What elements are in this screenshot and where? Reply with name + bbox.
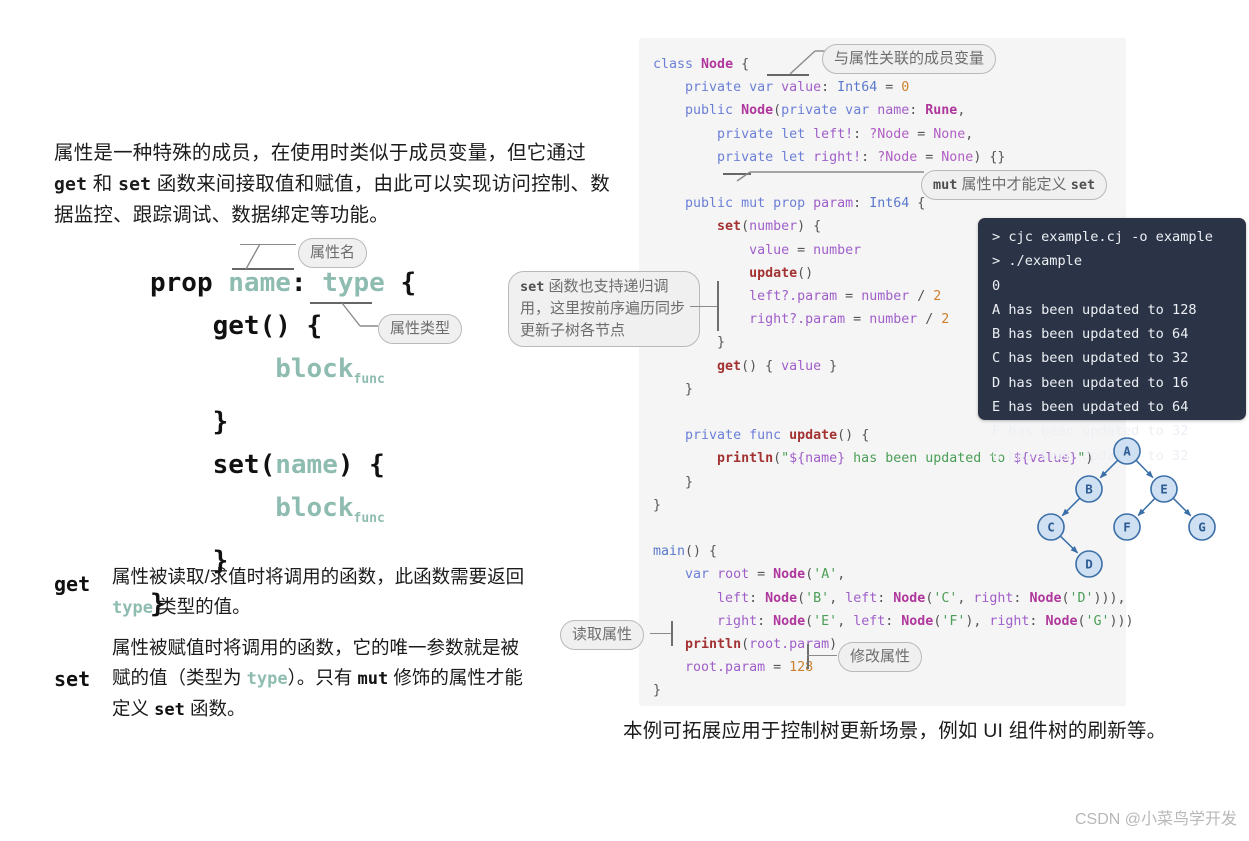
terminal-line: 0 xyxy=(992,277,1001,294)
tree-node-label: G xyxy=(1198,520,1206,535)
definition-term-set: set xyxy=(54,667,91,691)
definition-body-set: 属性被赋值时将调用的函数，它的唯一参数就是被赋的值（类型为 type）。只有 m… xyxy=(112,633,532,725)
leader-name-diagonal xyxy=(245,243,261,270)
callout-write-property: 修改属性 xyxy=(838,642,923,672)
callout-member-variable-label: 与属性关联的成员变量 xyxy=(834,50,985,67)
intro-paragraph: 属性是一种特殊的成员，在使用时类似于成员变量，但它通过 get 和 set 函数… xyxy=(54,138,614,231)
syntax-set-line-a: set( xyxy=(150,450,276,481)
callout-recursive-set: set 函数也支持递归调用，这里按前序遍历同步更新子树各节点 xyxy=(508,271,700,347)
tree-edge xyxy=(1137,497,1156,517)
tree-node-C: C xyxy=(1037,513,1065,541)
callout-mut-text: 属性中才能定义 xyxy=(957,176,1071,193)
definition-get-text-b: 类型的值。 xyxy=(152,596,251,617)
tree-node-label: B xyxy=(1085,482,1093,497)
syntax-set-block: block xyxy=(150,493,354,524)
intro-text-part1: 属性是一种特殊的成员，在使用时类似于成员变量，但它通过 xyxy=(54,142,586,164)
callout-property-type-label: 属性类型 xyxy=(390,320,451,337)
definition-set-kw-mut: mut xyxy=(357,669,389,689)
syntax-open-brace: { xyxy=(384,268,417,298)
callout-mut-keyword: mut xyxy=(933,177,958,193)
syntax-colon: : xyxy=(290,268,323,298)
definition-term-get: get xyxy=(54,572,91,596)
terminal-line: D has been updated to 16 xyxy=(992,374,1189,391)
leader-mut-prop xyxy=(736,171,924,182)
tree-node-label: C xyxy=(1047,520,1055,535)
callout-property-type: 属性类型 xyxy=(378,314,463,344)
tree-node-A: A xyxy=(1113,437,1141,465)
callout-property-name-label: 属性名 xyxy=(310,244,356,261)
tree-node-D: D xyxy=(1075,550,1103,578)
syntax-keyword-prop: prop xyxy=(150,268,229,298)
tree-edge xyxy=(1099,459,1119,479)
syntax-set-line-b: ) { xyxy=(337,450,385,481)
syntax-get-close: } xyxy=(150,407,229,438)
tree-node-label: F xyxy=(1123,520,1131,535)
definition-set-kw-set: set xyxy=(154,700,185,720)
definition-get-type-token: type xyxy=(112,598,153,618)
leader-read-horizontal xyxy=(650,633,672,635)
syntax-set-param: name xyxy=(275,450,338,481)
terminal-line: B has been updated to 64 xyxy=(992,326,1189,343)
definition-set-text-b: ）。只有 xyxy=(287,667,358,688)
definition-set-text-d: 函数。 xyxy=(184,698,246,719)
terminal-line: C has been updated to 32 xyxy=(992,350,1189,367)
tree-node-label: D xyxy=(1085,557,1093,572)
tree-edge xyxy=(1061,497,1081,517)
leader-type-diagonal xyxy=(341,302,378,327)
tree-node-label: A xyxy=(1123,444,1131,459)
terminal-line: > ./example xyxy=(992,253,1083,270)
syntax-set-block-subscript: func xyxy=(353,511,385,527)
inline-keyword-set: set xyxy=(118,174,152,195)
syntax-get-line: get() { xyxy=(150,311,323,341)
bottom-caption: 本例可拓展应用于控制树更新场景，例如 UI 组件树的刷新等。 xyxy=(623,720,1167,742)
tree-node-F: F xyxy=(1113,513,1141,541)
leader-write-bracket xyxy=(807,644,810,669)
callout-member-variable: 与属性关联的成员变量 xyxy=(822,44,997,74)
intro-text-part2: 和 xyxy=(87,173,119,195)
tree-edge xyxy=(1135,459,1154,479)
callout-write-property-label: 修改属性 xyxy=(850,648,911,665)
syntax-property-name: name xyxy=(228,268,291,298)
leader-recursive-horizontal xyxy=(690,306,718,308)
terminal-line: A has been updated to 128 xyxy=(992,301,1197,318)
definition-body-get: 属性被读取/求值时将调用的函数，此函数需要返回 type 类型的值。 xyxy=(112,562,532,623)
definition-set-type-token: type xyxy=(246,669,288,689)
callout-recursive-keyword: set xyxy=(520,279,545,295)
syntax-get-block: block xyxy=(150,354,354,384)
callout-recursive-text: 函数也支持递归调用，这里按前序遍历同步更新子树各节点 xyxy=(520,278,686,339)
callout-property-name: 属性名 xyxy=(298,238,368,268)
definition-get-text-a: 属性被读取/求值时将调用的函数，此函数需要返回 xyxy=(112,566,525,587)
syntax-get-block-subscript: func xyxy=(353,372,385,388)
terminal-line: > cjc example.cj -o example xyxy=(992,229,1213,245)
callout-mut-prop: mut 属性中才能定义 set xyxy=(921,170,1108,200)
callout-read-property: 读取属性 xyxy=(560,620,645,650)
syntax-property-type: type xyxy=(322,268,385,298)
tree-node-G: G xyxy=(1188,513,1216,541)
tree-edge xyxy=(1172,497,1192,517)
leader-write-horizontal xyxy=(807,655,837,657)
leader-recursive-bracket xyxy=(717,281,720,331)
tree-node-E: E xyxy=(1150,475,1178,503)
tree-node-B: B xyxy=(1075,475,1103,503)
watermark: CSDN @小菜鸟学开发 xyxy=(1074,811,1237,828)
tree-node-label: E xyxy=(1160,482,1168,497)
terminal-line: E has been updated to 64 xyxy=(992,399,1189,416)
inline-keyword-get: get xyxy=(54,174,88,195)
binary-tree-diagram: A B E C F G D xyxy=(1037,437,1216,578)
leader-read-bracket xyxy=(671,621,674,646)
callout-mut-keyword-set: set xyxy=(1070,177,1096,193)
tree-edge xyxy=(1059,535,1079,554)
callout-read-property-label: 读取属性 xyxy=(572,626,633,643)
